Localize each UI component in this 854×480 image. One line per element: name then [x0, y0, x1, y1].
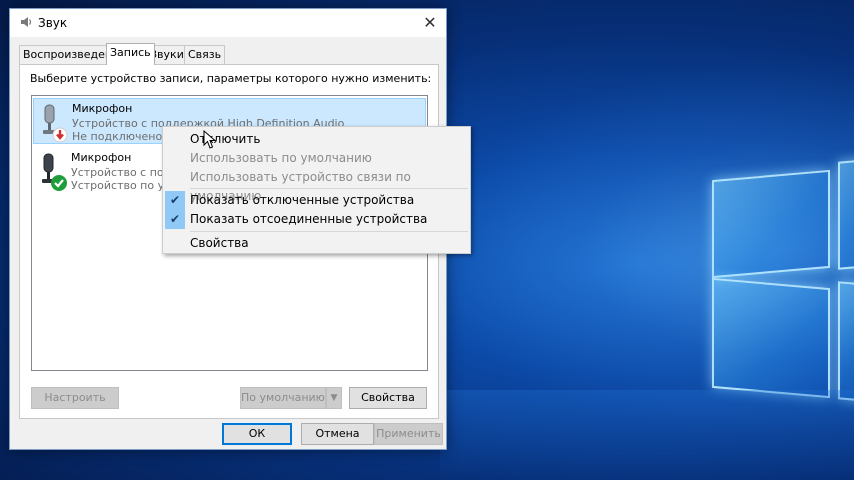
- close-icon: ✕: [423, 13, 437, 32]
- checkmark-icon: ✔: [165, 191, 185, 210]
- tab-communications[interactable]: Связь: [184, 45, 226, 64]
- configure-button[interactable]: Настроить: [31, 387, 119, 409]
- close-button[interactable]: ✕: [420, 13, 440, 33]
- wallpaper-floor-glow: [440, 390, 854, 480]
- menu-item-label: Отключить: [190, 132, 261, 146]
- menu-item-show-disconnected-devices[interactable]: ✔ Показать отсоединенные устройства: [163, 210, 470, 229]
- menu-item-set-default-communication[interactable]: Использовать устройство связи по умолчан…: [163, 168, 470, 203]
- chevron-down-icon: ▼: [330, 393, 338, 403]
- menu-separator: [190, 188, 468, 189]
- ok-button[interactable]: ОК: [222, 423, 292, 445]
- windows-logo-pane-top-left: [712, 169, 830, 279]
- microphone-default-icon: [42, 153, 67, 191]
- apply-button[interactable]: Применить: [374, 423, 443, 445]
- set-default-dropdown-button[interactable]: ▼: [326, 387, 342, 409]
- speaker-icon: [21, 17, 32, 27]
- window-title: Звук: [38, 16, 68, 30]
- menu-item-set-default[interactable]: Использовать по умолчанию: [163, 149, 470, 168]
- microphone-disconnected-icon: [43, 104, 68, 143]
- set-default-button[interactable]: По умолчанию: [240, 387, 326, 409]
- device-status: Не подключено: [72, 130, 163, 143]
- menu-item-label: Использовать по умолчанию: [190, 151, 372, 165]
- menu-item-label: Показать отсоединенные устройства: [190, 212, 428, 226]
- checkmark-icon: ✔: [165, 210, 185, 229]
- menu-item-properties[interactable]: Свойства: [163, 234, 470, 253]
- cancel-button[interactable]: Отмена: [301, 423, 374, 445]
- properties-button[interactable]: Свойства: [349, 387, 427, 409]
- menu-separator: [190, 231, 468, 232]
- device-name: Микрофон: [71, 151, 132, 164]
- title-bar[interactable]: Звук ✕: [10, 9, 446, 37]
- windows-logo-pane-top-right: [838, 158, 854, 270]
- tab-recording[interactable]: Запись: [106, 43, 155, 65]
- device-name: Микрофон: [72, 102, 133, 115]
- mouse-cursor-icon: [203, 130, 217, 149]
- menu-item-show-disabled-devices[interactable]: ✔ Показать отключенные устройства: [163, 191, 470, 210]
- windows-logo-pane-bottom-right: [838, 281, 854, 403]
- windows-logo-pane-bottom-left: [712, 277, 830, 399]
- menu-item-label: Свойства: [190, 236, 249, 250]
- instruction-text: Выберите устройство записи, параметры ко…: [30, 72, 432, 85]
- menu-item-label: Показать отключенные устройства: [190, 193, 415, 207]
